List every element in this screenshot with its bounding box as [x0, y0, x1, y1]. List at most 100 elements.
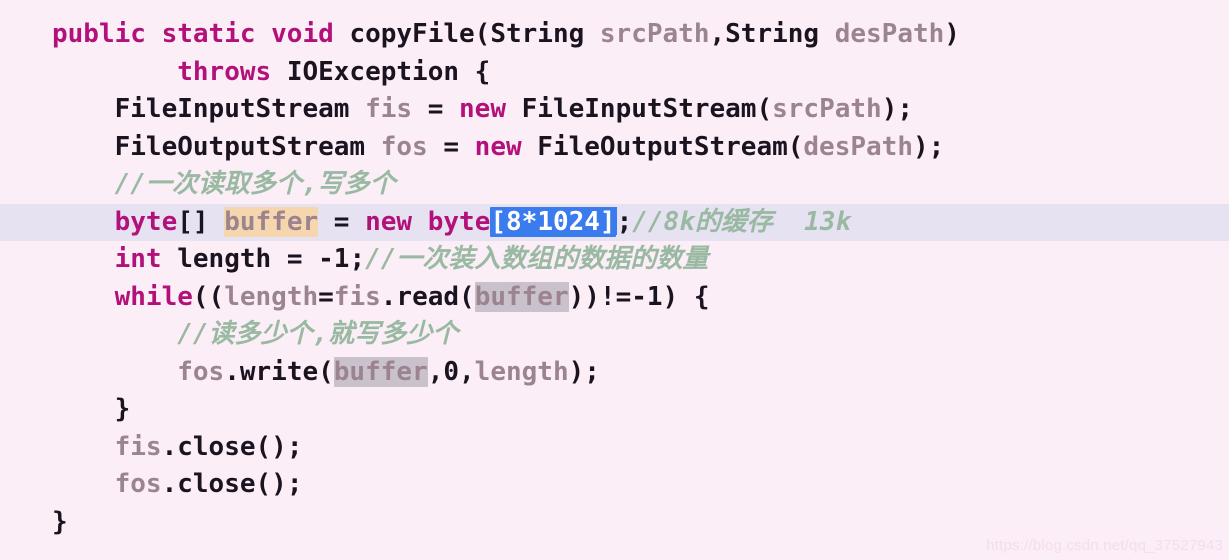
- keyword-byte: byte: [114, 206, 178, 237]
- argument-buffer-read-occurrence[interactable]: buffer: [474, 281, 569, 312]
- code-editor[interactable]: public static void copyFile(String srcPa…: [0, 0, 1229, 560]
- semicolon: ;: [616, 206, 633, 237]
- argument-buffer-read-occurrence-2[interactable]: buffer: [333, 356, 428, 387]
- code-line-14[interactable]: }: [0, 504, 1229, 542]
- comment-8k-buffer: //8k的缓存 13k: [632, 206, 852, 237]
- assign-operator: =: [427, 131, 475, 162]
- keyword-byte-2: byte: [427, 206, 491, 237]
- code-line-7[interactable]: int length = -1;//一次装入数组的数据的数量: [0, 241, 1229, 279]
- comma: ,: [427, 356, 444, 387]
- code-line-1[interactable]: public static void copyFile( String srcPa…: [0, 16, 1229, 54]
- paren-open: (: [474, 19, 491, 49]
- comment-array-data-count: //一次装入数组的数据的数量: [365, 244, 709, 274]
- literal-minus-one: -1: [318, 244, 350, 274]
- comma: ,: [709, 19, 726, 49]
- variable-fos: fos: [177, 356, 225, 387]
- keyword-static: static: [161, 19, 256, 49]
- literal-zero: 0: [443, 356, 460, 387]
- keyword-new: new: [474, 131, 522, 162]
- code-line-10[interactable]: fos.write(buffer,0,length);: [0, 354, 1229, 392]
- method-write-call: .write(: [224, 356, 334, 387]
- code-line-3[interactable]: FileInputStream fis = new FileInputStrea…: [0, 91, 1229, 129]
- brace-close-while: }: [114, 394, 131, 424]
- line-tail: );: [912, 131, 945, 162]
- keyword-throws: throws: [177, 56, 272, 87]
- method-read-call: .read(: [380, 281, 475, 312]
- text-selection-array-size[interactable]: [8*1024]: [490, 206, 616, 237]
- paren-open: (: [756, 94, 773, 124]
- constructor-fileinputstream: FileInputStream: [521, 94, 757, 124]
- brace-close-method: }: [52, 506, 68, 537]
- variable-fis: fis: [114, 431, 162, 462]
- variable-buffer-declaration[interactable]: buffer: [224, 206, 319, 237]
- keyword-new: new: [365, 206, 413, 237]
- type-fileoutputstream: FileOutputStream: [114, 131, 366, 162]
- code-line-11[interactable]: }: [0, 391, 1229, 429]
- param-srcpath: srcPath: [599, 19, 710, 49]
- argument-length: length: [474, 356, 569, 387]
- parens-open: ((: [192, 281, 225, 312]
- keyword-void: void: [271, 19, 334, 49]
- code-line-6-current[interactable]: byte[] buffer = new byte[8*1024];//8k的缓存…: [0, 203, 1229, 241]
- keyword-public: public: [52, 19, 146, 49]
- comment-read-many-write-many: //一次读取多个,写多个: [114, 169, 396, 199]
- variable-length: length: [224, 281, 319, 312]
- type-string-2: String: [725, 19, 820, 49]
- code-line-2[interactable]: throws IOException {: [0, 54, 1229, 92]
- line-tail: );: [568, 356, 600, 387]
- code-line-9[interactable]: //读多少个,就写多少个: [0, 316, 1229, 354]
- variable-fis: fis: [333, 281, 381, 312]
- argument-srcpath: srcPath: [772, 94, 882, 124]
- line-tail: );: [881, 94, 914, 124]
- assign-operator: =: [318, 206, 366, 237]
- constructor-fileoutputstream: FileOutputStream: [537, 131, 788, 162]
- code-line-5[interactable]: //一次读取多个,写多个: [0, 166, 1229, 204]
- code-line-8[interactable]: while((length=fis.read(buffer))!=-1) {: [0, 279, 1229, 317]
- code-screenshot: public static void copyFile(String srcPa…: [0, 0, 1229, 560]
- type-ioexception: IOException: [286, 56, 459, 87]
- code-line-13[interactable]: fos.close();: [0, 466, 1229, 504]
- assign-operator: =: [412, 94, 460, 124]
- code-line-4[interactable]: FileOutputStream fos = new FileOutputStr…: [0, 129, 1229, 167]
- paren-open: (: [787, 131, 804, 162]
- code-line-12[interactable]: fis.close();: [0, 429, 1229, 467]
- condition-tail: ))!=-1) {: [568, 281, 710, 312]
- assign-operator: =: [271, 244, 319, 274]
- comment-read-write-same-amount: //读多少个,就写多少个: [177, 319, 459, 349]
- watermark: https://blog.csdn.net/qq_37527943: [986, 537, 1223, 554]
- keyword-while: while: [114, 281, 193, 312]
- variable-fos: fos: [114, 469, 162, 499]
- comma-2: ,: [459, 356, 475, 387]
- type-fileinputstream: FileInputStream: [114, 94, 350, 124]
- method-name-copyfile: copyFile: [349, 19, 475, 49]
- method-close-call: .close();: [161, 431, 303, 462]
- variable-fos: fos: [380, 131, 428, 162]
- paren-close: ): [944, 19, 960, 49]
- assign-operator: =: [318, 281, 334, 312]
- semicolon: ;: [349, 244, 366, 274]
- variable-fis: fis: [365, 94, 413, 124]
- method-close-call-2: .close();: [161, 469, 303, 499]
- brace-open: {: [474, 56, 491, 87]
